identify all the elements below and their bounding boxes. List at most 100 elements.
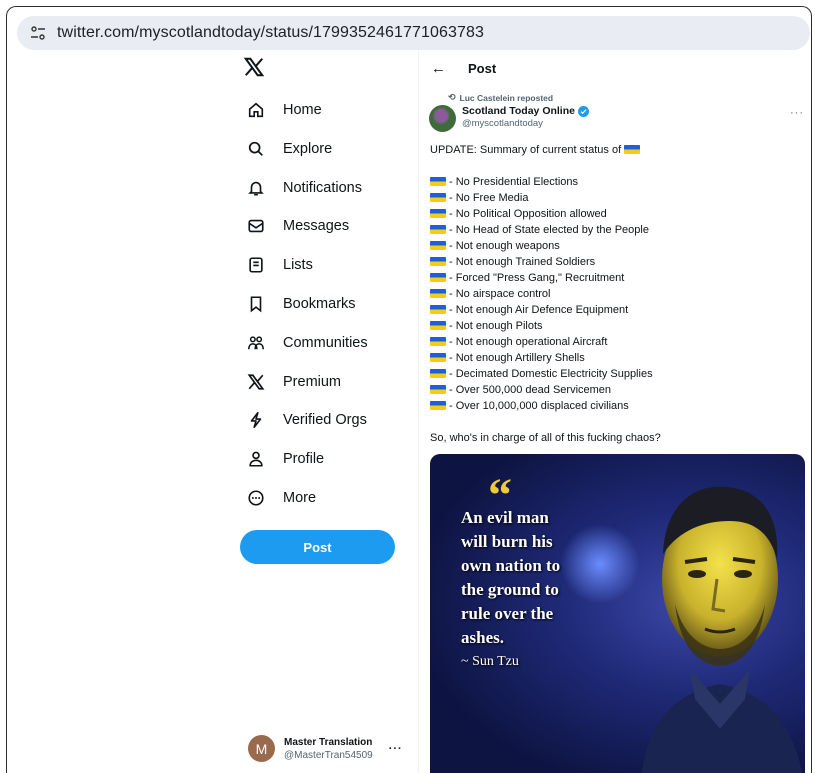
status-line: - Not enough weapons xyxy=(430,238,661,254)
home-icon xyxy=(246,100,266,120)
people-icon xyxy=(246,333,266,353)
lightning-icon xyxy=(246,410,266,430)
repost-banner[interactable]: ⟲ Luc Castelein reposted xyxy=(448,92,553,103)
image-attribution: ~ Sun Tzu xyxy=(461,654,519,669)
avatar: M xyxy=(248,735,275,762)
repost-text: Luc Castelein reposted xyxy=(459,92,554,103)
ukraine-flag-icon xyxy=(430,225,446,234)
account-name: Master Translation xyxy=(284,736,373,748)
nav-label: Profile xyxy=(283,451,325,468)
verified-badge-icon xyxy=(577,105,589,117)
site-settings-icon[interactable] xyxy=(25,20,51,46)
status-line: - Forced "Press Gang," Recruitment xyxy=(430,270,661,286)
nav-label: Home xyxy=(283,102,322,118)
post-header: ← Post xyxy=(431,60,496,77)
ukraine-flag-icon xyxy=(430,289,446,298)
nav-label: Explore xyxy=(283,140,333,157)
status-line: - Over 10,000,000 displaced civilians xyxy=(430,398,661,414)
ukraine-flag-icon xyxy=(430,209,446,218)
status-line: - Not enough Pilots xyxy=(430,318,661,334)
status-line: - No airspace control xyxy=(430,286,661,302)
nav-item-home[interactable]: Home xyxy=(246,95,322,125)
image-quote: An evil man will burn his own nation to the… xyxy=(461,506,560,650)
nav-item-communities[interactable]: Communities xyxy=(246,328,368,358)
nav-label: Lists xyxy=(283,257,313,274)
nav-label: Notifications xyxy=(283,179,362,196)
status-line: - No Free Media xyxy=(430,190,661,206)
bookmark-icon xyxy=(246,294,266,314)
quote-line: ashes. xyxy=(461,628,504,647)
account-handle: @MasterTran54509 xyxy=(284,749,373,761)
status-line: - No Presidential Elections xyxy=(430,174,661,190)
nav-item-lists[interactable]: Lists xyxy=(246,250,313,280)
x-logo-icon[interactable] xyxy=(243,56,265,78)
nav-item-premium[interactable]: Premium xyxy=(246,367,341,397)
status-line: - Not enough operational Aircraft xyxy=(430,334,661,350)
status-line: - Not enough Trained Soldiers xyxy=(430,254,661,270)
repost-icon: ⟲ xyxy=(448,92,456,102)
ukraine-flag-icon xyxy=(430,321,446,330)
nav-label: Premium xyxy=(283,373,342,390)
post-intro: UPDATE: Summary of current status of xyxy=(430,142,661,158)
search-icon xyxy=(246,139,266,159)
nav-item-messages[interactable]: Messages xyxy=(246,211,349,241)
quote-line: will burn his xyxy=(461,532,553,551)
ukraine-flag-icon xyxy=(430,305,446,314)
status-line: - Not enough Artillery Shells xyxy=(430,350,661,366)
status-line: - No Political Opposition allowed xyxy=(430,206,661,222)
main-column: ← Post ⟲ Luc Castelein reposted Scotland… xyxy=(419,50,812,773)
nav-item-explore[interactable]: Explore xyxy=(246,134,332,164)
post-image[interactable]: “ An evil man will burn his own nation to t… xyxy=(430,454,805,773)
nav-item-verified-orgs[interactable]: Verified Orgs xyxy=(246,405,367,435)
nav-item-bookmarks[interactable]: Bookmarks xyxy=(246,289,356,319)
page-title: Post xyxy=(468,61,497,76)
post-more-icon[interactable]: ··· xyxy=(790,107,804,119)
nav-label: Messages xyxy=(283,218,350,235)
nav-label: Bookmarks xyxy=(283,296,356,312)
author-avatar[interactable] xyxy=(429,105,456,132)
quote-line: An evil man xyxy=(461,508,549,527)
ukraine-flag-icon xyxy=(430,193,446,202)
nav-item-profile[interactable]: Profile xyxy=(246,444,324,474)
back-arrow-icon[interactable]: ← xyxy=(431,60,446,77)
status-line: - Not enough Air Defence Equipment xyxy=(430,302,661,318)
post-closing: So, who's in charge of all of this fucki… xyxy=(430,432,661,444)
portrait-graphic xyxy=(641,486,803,773)
ukraine-flag-icon xyxy=(430,385,446,394)
more-circle-icon xyxy=(246,488,266,508)
ukraine-flag-icon xyxy=(430,353,446,362)
author-handle[interactable]: @myscotlandtoday xyxy=(462,118,589,129)
account-switcher[interactable]: M Master Translation @MasterTran54509 ··… xyxy=(248,735,403,762)
nav-item-more[interactable]: More xyxy=(246,483,316,513)
status-line: - Over 500,000 dead Servicemen xyxy=(430,382,661,398)
address-bar[interactable]: twitter.com/myscotlandtoday/status/17993… xyxy=(17,16,810,50)
post-text: UPDATE: Summary of current status of - N… xyxy=(430,142,661,446)
ukraine-flag-icon xyxy=(430,257,446,266)
account-more-icon[interactable]: ··· xyxy=(389,743,403,755)
image-light xyxy=(560,524,640,604)
nav-label: More xyxy=(283,490,317,506)
url-text[interactable]: twitter.com/myscotlandtoday/status/17993… xyxy=(57,24,484,42)
ukraine-flag-icon xyxy=(430,177,446,186)
nav-label: Communities xyxy=(283,334,368,351)
person-icon xyxy=(246,449,266,469)
ukraine-flag-icon xyxy=(430,369,446,378)
ukraine-flag-icon xyxy=(624,145,641,154)
status-line: - No Head of State elected by the People xyxy=(430,222,661,238)
ukraine-flag-icon xyxy=(430,273,446,282)
envelope-icon xyxy=(246,216,266,236)
x-icon xyxy=(246,372,266,392)
ukraine-flag-icon xyxy=(430,337,446,346)
post-button[interactable]: Post xyxy=(240,530,395,564)
author-name[interactable]: Scotland Today Online xyxy=(462,105,575,117)
author-block[interactable]: Scotland Today Online @myscotlandtoday xyxy=(462,105,589,129)
status-line: - Decimated Domestic Electricity Supplie… xyxy=(430,366,661,382)
quote-line: own nation to xyxy=(461,556,561,575)
quote-line: rule over the xyxy=(461,604,554,623)
ukraine-flag-icon xyxy=(430,241,446,250)
ukraine-flag-icon xyxy=(430,401,446,410)
list-icon xyxy=(246,255,266,275)
nav-item-notifications[interactable]: Notifications xyxy=(246,173,362,203)
bell-icon xyxy=(246,178,266,198)
quote-line: the ground to xyxy=(461,580,559,599)
